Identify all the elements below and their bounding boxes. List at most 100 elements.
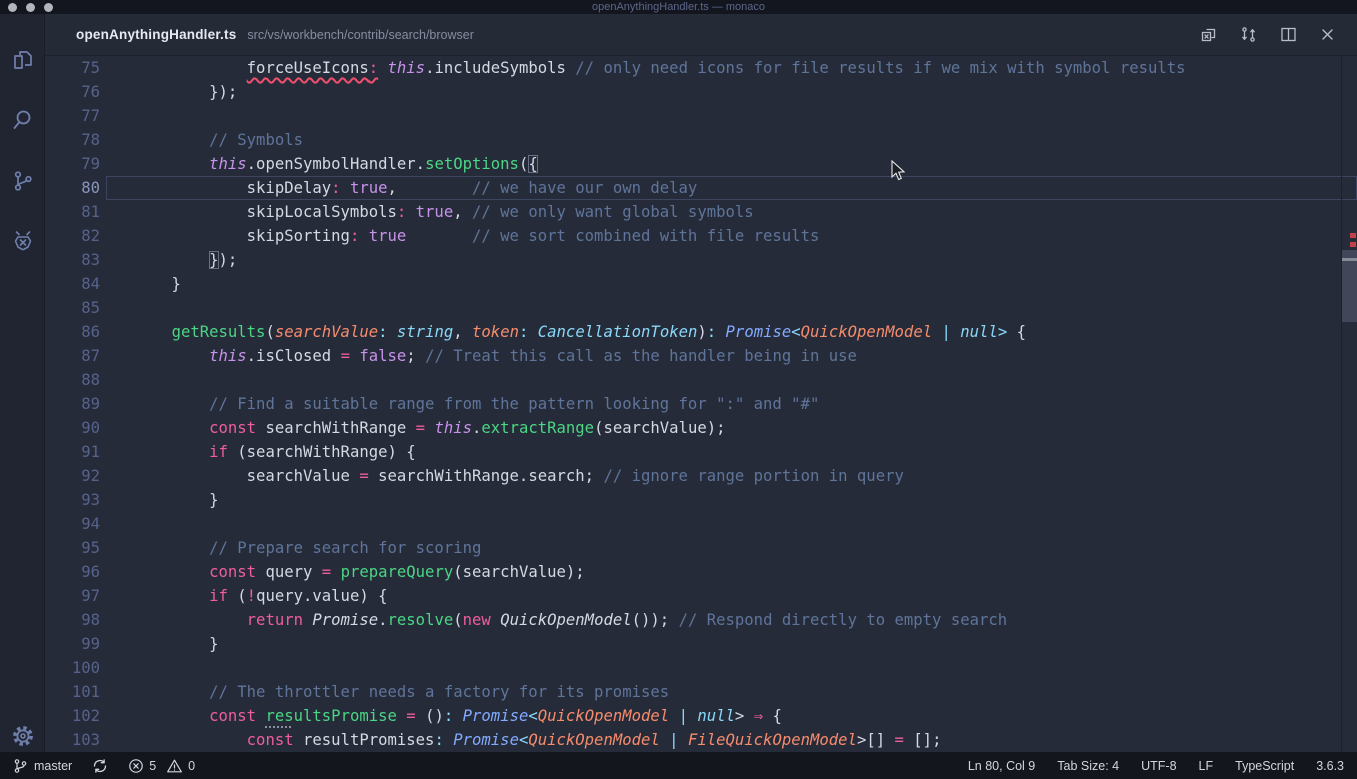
status-bar: master 5 0 Ln 80, Col 9 Tab S: [0, 752, 1357, 779]
close-editor-button[interactable]: [1320, 27, 1335, 42]
line-number[interactable]: 97: [45, 584, 134, 608]
sidebar-item-explorer[interactable]: [0, 40, 45, 80]
eol-status[interactable]: LF: [1199, 759, 1214, 773]
line-number[interactable]: 91: [45, 440, 134, 464]
line-number[interactable]: 84: [45, 272, 134, 296]
tab-open-anything-handler[interactable]: openAnythingHandler.ts src/vs/workbench/…: [45, 27, 474, 42]
code-line[interactable]: 79 this.openSymbolHandler.setOptions({: [45, 152, 1357, 176]
code-line[interactable]: 80 skipDelay: true, // we have our own d…: [45, 176, 1357, 200]
code-line[interactable]: 91 if (searchWithRange) {: [45, 440, 1357, 464]
line-number[interactable]: 76: [45, 80, 134, 104]
typescript-version-status[interactable]: 3.6.3: [1316, 759, 1344, 773]
encoding-status[interactable]: UTF-8: [1141, 759, 1176, 773]
code-line[interactable]: 101 // The throttler needs a factory for…: [45, 680, 1357, 704]
line-number[interactable]: 88: [45, 368, 134, 392]
code-line[interactable]: 103 const resultPromises: Promise<QuickO…: [45, 728, 1357, 752]
code-line[interactable]: 99 }: [45, 632, 1357, 656]
code-editor[interactable]: 75 forceUseIcons: this.includeSymbols //…: [45, 56, 1357, 752]
line-number[interactable]: 82: [45, 224, 134, 248]
line-content: }: [134, 272, 1357, 296]
sync-changes-button[interactable]: [92, 758, 108, 774]
line-number[interactable]: 83: [45, 248, 134, 272]
code-line[interactable]: 75 forceUseIcons: this.includeSymbols //…: [45, 56, 1357, 80]
line-number[interactable]: 90: [45, 416, 134, 440]
vertical-scrollbar[interactable]: [1342, 250, 1357, 322]
code-line[interactable]: 78 // Symbols: [45, 128, 1357, 152]
line-content: // The throttler needs a factory for its…: [134, 680, 1357, 704]
line-number[interactable]: 95: [45, 536, 134, 560]
code-line[interactable]: 84 }: [45, 272, 1357, 296]
code-line[interactable]: 102 const resultsPromise = (): Promise<Q…: [45, 704, 1357, 728]
line-number[interactable]: 89: [45, 392, 134, 416]
editor-tab-bar: openAnythingHandler.ts src/vs/workbench/…: [45, 14, 1357, 56]
status-bar-right: Ln 80, Col 9 Tab Size: 4 UTF-8 LF TypeSc…: [968, 759, 1344, 773]
line-content: }: [134, 632, 1357, 656]
line-number[interactable]: 101: [45, 680, 134, 704]
code-line[interactable]: 87 this.isClosed = false; // Treat this …: [45, 344, 1357, 368]
code-line[interactable]: 89 // Find a suitable range from the pat…: [45, 392, 1357, 416]
sidebar-item-search[interactable]: [0, 100, 45, 140]
code-line[interactable]: 77: [45, 104, 1357, 128]
line-number[interactable]: 99: [45, 632, 134, 656]
line-content: const searchWithRange = this.extractRang…: [134, 416, 1357, 440]
line-number[interactable]: 87: [45, 344, 134, 368]
code-line[interactable]: 83 });: [45, 248, 1357, 272]
line-content: skipDelay: true, // we have our own dela…: [134, 176, 1357, 200]
line-number[interactable]: 80: [45, 176, 134, 200]
code-line[interactable]: 90 const searchWithRange = this.extractR…: [45, 416, 1357, 440]
line-number[interactable]: 103: [45, 728, 134, 752]
line-number[interactable]: 75: [45, 56, 134, 80]
line-number[interactable]: 93: [45, 488, 134, 512]
code-line[interactable]: 82 skipSorting: true // we sort combined…: [45, 224, 1357, 248]
line-number[interactable]: 79: [45, 152, 134, 176]
code-line[interactable]: 88: [45, 368, 1357, 392]
explorer-icon: [10, 47, 36, 73]
line-number[interactable]: 85: [45, 296, 134, 320]
sidebar-item-debug[interactable]: [0, 221, 45, 261]
line-number[interactable]: 86: [45, 320, 134, 344]
line-number[interactable]: 81: [45, 200, 134, 224]
line-number[interactable]: 77: [45, 104, 134, 128]
line-number[interactable]: 100: [45, 656, 134, 680]
sidebar-item-source-control[interactable]: [0, 161, 45, 201]
code-line[interactable]: 96 const query = prepareQuery(searchValu…: [45, 560, 1357, 584]
code-line[interactable]: 100: [45, 656, 1357, 680]
line-number[interactable]: 98: [45, 608, 134, 632]
close-editor-icon: [1320, 27, 1335, 42]
line-content: skipLocalSymbols: true, // we only want …: [134, 200, 1357, 224]
line-content: const resultPromises: Promise<QuickOpenM…: [134, 728, 1357, 752]
warnings-icon: [166, 758, 183, 774]
open-changes-button[interactable]: [1200, 26, 1217, 43]
language-mode-status[interactable]: TypeScript: [1235, 759, 1294, 773]
code-line[interactable]: 86 getResults(searchValue: string, token…: [45, 320, 1357, 344]
code-line[interactable]: 98 return Promise.resolve(new QuickOpenM…: [45, 608, 1357, 632]
code-line[interactable]: 76 });: [45, 80, 1357, 104]
line-number[interactable]: 102: [45, 704, 134, 728]
split-editor-button[interactable]: [1280, 26, 1297, 43]
code-line[interactable]: 94: [45, 512, 1357, 536]
code-line[interactable]: 85: [45, 296, 1357, 320]
code-line[interactable]: 81 skipLocalSymbols: true, // we only wa…: [45, 200, 1357, 224]
title-bar: openAnythingHandler.ts — monaco: [0, 0, 1357, 14]
problems-status[interactable]: 5 0: [128, 758, 195, 774]
line-number[interactable]: 78: [45, 128, 134, 152]
branch-name: master: [34, 759, 72, 773]
open-changes-icon: [1200, 26, 1217, 43]
code-line[interactable]: 92 searchValue = searchWithRange.search;…: [45, 464, 1357, 488]
code-line[interactable]: 97 if (!query.value) {: [45, 584, 1357, 608]
line-content: this.isClosed = false; // Treat this cal…: [134, 344, 1357, 368]
git-branch-status[interactable]: master: [13, 758, 72, 774]
manage-settings-item[interactable]: [0, 716, 45, 756]
line-content: [134, 656, 1357, 680]
line-number[interactable]: 92: [45, 464, 134, 488]
line-content: [134, 368, 1357, 392]
sync-icon: [92, 758, 108, 774]
tab-filename: openAnythingHandler.ts: [76, 27, 236, 42]
compare-changes-button[interactable]: [1240, 26, 1257, 43]
tab-size-status[interactable]: Tab Size: 4: [1057, 759, 1119, 773]
code-line[interactable]: 95 // Prepare search for scoring: [45, 536, 1357, 560]
line-number[interactable]: 96: [45, 560, 134, 584]
cursor-position-status[interactable]: Ln 80, Col 9: [968, 759, 1035, 773]
code-line[interactable]: 93 }: [45, 488, 1357, 512]
line-number[interactable]: 94: [45, 512, 134, 536]
